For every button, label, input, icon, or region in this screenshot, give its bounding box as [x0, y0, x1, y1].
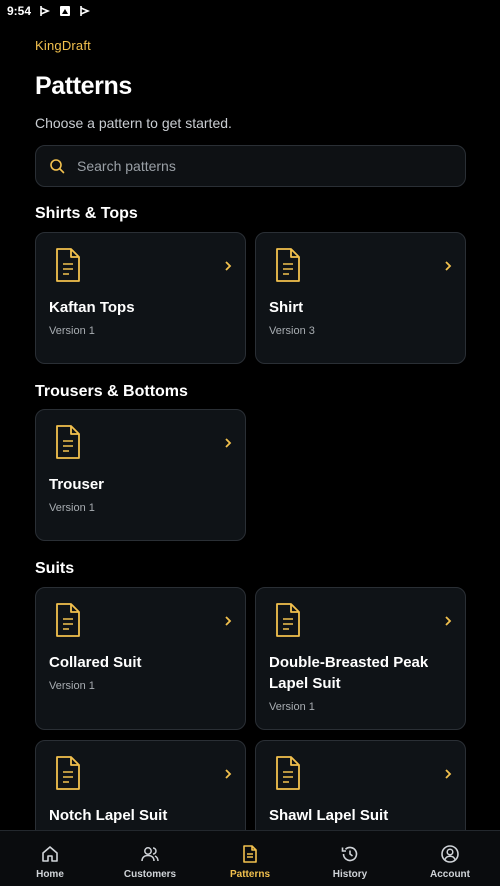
card-title: Notch Lapel Suit [49, 807, 168, 824]
card-version: Version 1 [49, 502, 95, 514]
chevron-right-icon [225, 616, 232, 626]
status-icons [39, 5, 91, 17]
card-version: Version 1 [49, 325, 95, 337]
pattern-card-notch-lapel-suit[interactable]: Notch Lapel Suit [35, 740, 246, 830]
nav-label: Account [430, 869, 470, 880]
chevron-right-icon [225, 438, 232, 448]
section-title-trousers-bottoms: Trousers & Bottoms [35, 383, 188, 400]
status-bar: 9:54 [0, 0, 500, 22]
home-icon [42, 846, 58, 862]
notification-icon [60, 6, 71, 16]
document-icon [276, 603, 300, 637]
pattern-card-kaftan-tops[interactable]: Kaftan Tops Version 1 [35, 232, 246, 364]
section-title-suits: Suits [35, 560, 75, 577]
card-title: Double-Breasted Peak Lapel Suit [269, 654, 429, 692]
chevron-right-icon [225, 769, 232, 779]
document-icon [56, 756, 80, 790]
document-icon [56, 425, 80, 459]
nav-item-customers[interactable]: Customers [100, 831, 200, 886]
nav-label: Home [36, 869, 64, 880]
card-title: Shirt [269, 299, 304, 316]
search-input[interactable]: Search patterns [35, 145, 466, 187]
document-icon [276, 248, 300, 282]
document-icon [56, 248, 80, 282]
nav-label: Customers [123, 869, 177, 880]
status-time: 9:54 [7, 4, 32, 18]
notification-icon [40, 6, 51, 16]
card-version: Version 1 [49, 680, 95, 692]
search-icon [50, 159, 65, 174]
nav-item-history[interactable]: History [300, 831, 400, 886]
page-subtitle: Choose a pattern to get started. [35, 115, 232, 131]
chevron-right-icon [225, 261, 232, 271]
pattern-card-collared-suit[interactable]: Collared Suit Version 1 [35, 587, 246, 730]
page-title: Patterns [35, 72, 132, 100]
patterns-screen: KingDraft Patterns Choose a pattern to g… [0, 22, 500, 830]
card-version: Version 1 [269, 701, 315, 713]
nav-item-home[interactable]: Home [0, 831, 100, 886]
pattern-card-shawl-lapel-suit[interactable]: Shawl Lapel Suit [255, 740, 466, 830]
brand-name: KingDraft [35, 38, 91, 53]
document-icon [276, 756, 300, 790]
chevron-right-icon [445, 769, 452, 779]
pattern-card-shirt[interactable]: Shirt Version 3 [255, 232, 466, 364]
card-title: Kaftan Tops [49, 299, 135, 316]
search-placeholder: Search patterns [77, 158, 176, 174]
users-icon [141, 847, 159, 862]
card-title: Shawl Lapel Suit [269, 807, 389, 824]
pattern-card-double-breasted-peak-lapel-suit[interactable]: Double-Breasted Peak Lapel Suit Version … [255, 587, 466, 730]
nav-label: History [332, 869, 368, 880]
pattern-card-trouser[interactable]: Trouser Version 1 [35, 409, 246, 541]
nav-label: Patterns [229, 869, 270, 880]
bottom-nav: Home Customers Patterns History Account [0, 830, 500, 886]
history-icon [341, 846, 358, 862]
chevron-right-icon [445, 261, 452, 271]
document-icon [243, 845, 257, 863]
card-title: Collared Suit [49, 654, 142, 671]
chevron-right-icon [445, 616, 452, 626]
document-icon [56, 603, 80, 637]
notification-icon [80, 6, 91, 16]
account-icon [441, 845, 459, 863]
nav-item-patterns[interactable]: Patterns [200, 831, 300, 886]
card-title: Trouser [49, 476, 105, 493]
nav-item-account[interactable]: Account [400, 831, 500, 886]
card-version: Version 3 [269, 325, 315, 337]
section-title-shirts-tops: Shirts & Tops [35, 205, 138, 222]
